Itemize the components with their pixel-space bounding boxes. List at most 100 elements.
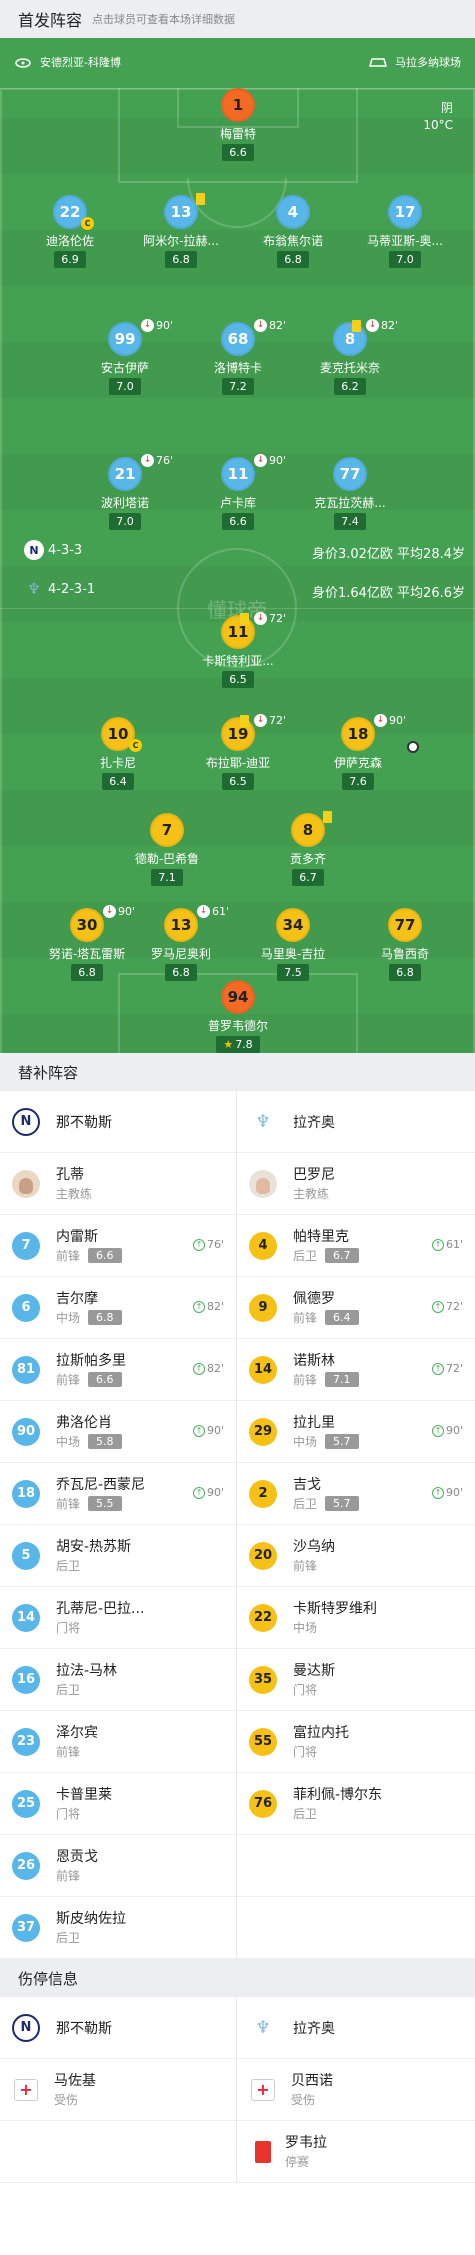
- player-number: 35: [249, 1665, 277, 1694]
- substitution-marker: ↓ 76': [141, 454, 173, 467]
- bench-player[interactable]: 18 乔瓦尼-西蒙尼 前锋 5.5 ↑ 90': [0, 1463, 236, 1525]
- player-number: 25: [12, 1789, 40, 1818]
- pitch-player[interactable]: 34 马里奥-吉拉 7.5: [238, 908, 348, 981]
- bench-player[interactable]: 5 胡安-热苏斯 后卫: [0, 1525, 236, 1587]
- team-lazio[interactable]: ♆ 拉齐奥: [237, 1091, 475, 1153]
- player-number: 18: [12, 1479, 40, 1508]
- team-name: 拉齐奥: [293, 1114, 335, 1131]
- bench-player[interactable]: 37 斯皮纳佐拉 后卫: [0, 1897, 236, 1959]
- pitch-player[interactable]: 13 阿米尔-拉赫... 6.8: [126, 193, 236, 268]
- player-number: 19: [221, 717, 255, 751]
- player-rating: 6.4: [325, 1310, 359, 1325]
- pitch-player[interactable]: 13 ↓ 61' 罗马尼奥利 6.8: [126, 905, 236, 981]
- player-rating: 7.1: [151, 869, 183, 886]
- player-number: 16: [12, 1665, 40, 1694]
- sub-on-icon: ↑: [431, 1424, 444, 1437]
- sub-on-marker: ↑ 72': [431, 1300, 463, 1313]
- bench-player[interactable]: 9 佩德罗 前锋 6.4 ↑ 72': [237, 1277, 475, 1339]
- player-name: 马鲁西奇: [380, 947, 429, 961]
- pitch-player[interactable]: 11 ↓ 90' 卢卡库 6.6: [183, 454, 293, 530]
- player-name: 梅雷特: [219, 127, 256, 141]
- injury-row[interactable]: 罗韦拉 停赛: [237, 2121, 475, 2183]
- team-lazio[interactable]: ♆ 拉齐奥: [237, 1997, 475, 2059]
- bench-player[interactable]: 76 菲利佩-博尔东 后卫: [237, 1773, 475, 1835]
- sub-off-icon: ↓: [254, 714, 267, 727]
- bench-player[interactable]: 14 诺斯林 前锋 7.1 ↑ 72': [237, 1339, 475, 1401]
- bench-player[interactable]: 25 卡普里莱 门将: [0, 1773, 236, 1835]
- pitch-player[interactable]: 17 马蒂亚斯-奥... 7.0: [350, 195, 460, 268]
- player-name: 乔瓦尼-西蒙尼: [56, 1476, 146, 1493]
- pitch-player[interactable]: 8 贡多齐 6.7: [253, 811, 363, 886]
- pitch-player[interactable]: 19 ↓ 72' 布拉耶-迪亚 6.5: [183, 714, 293, 790]
- player-name: 吉戈: [293, 1476, 321, 1493]
- yellow-card-icon: [240, 613, 249, 625]
- team-napoli[interactable]: N 那不勒斯: [0, 1091, 236, 1153]
- player-name: 菲利佩-博尔东: [293, 1786, 383, 1803]
- pitch-player[interactable]: 21 ↓ 76' 波利塔诺 7.0: [70, 454, 180, 530]
- player-number: 5: [12, 1541, 40, 1570]
- bench-player[interactable]: 2 吉戈 后卫 5.7 ↑ 90': [237, 1463, 475, 1525]
- bench-player[interactable]: 26 恩贡戈 前锋: [0, 1835, 236, 1897]
- pitch-player[interactable]: 11 ↓ 72' 卡斯特利亚... 6.5: [183, 612, 293, 688]
- player-rating: 7.0: [109, 378, 141, 395]
- team-napoli[interactable]: N 那不勒斯: [0, 1997, 236, 2059]
- sub-on-marker: ↑ 90': [431, 1424, 463, 1437]
- bench-player[interactable]: 29 拉扎里 中场 5.7 ↑ 90': [237, 1401, 475, 1463]
- coach-lazio[interactable]: 巴罗尼 主教练: [237, 1153, 475, 1215]
- pitch-player[interactable]: 77 马鲁西奇 6.8: [350, 908, 460, 981]
- pitch-player[interactable]: 22 C 迪洛伦佐 6.9: [15, 195, 125, 268]
- sub-on-icon: ↑: [431, 1300, 444, 1313]
- pitch-player[interactable]: 94 普罗韦德尔 ★ 7.8: [183, 980, 293, 1053]
- player-name: 拉斯帕多里: [56, 1352, 126, 1369]
- pitch-player[interactable]: 68 ↓ 82' 洛博特卡 7.2: [183, 319, 293, 395]
- pitch-player[interactable]: 77 克瓦拉茨赫... 7.4: [295, 457, 405, 530]
- bench-player[interactable]: 22 卡斯特罗维利 中场: [237, 1587, 475, 1649]
- substitution-marker: ↓ 90': [254, 454, 286, 467]
- player-position: 前锋: [56, 1248, 81, 1263]
- sub-on-icon: ↑: [192, 1300, 205, 1313]
- whistle-icon: [15, 58, 31, 68]
- player-name: 曼达斯: [293, 1662, 335, 1679]
- injury-row[interactable]: + 马佐基 受伤: [0, 2059, 236, 2121]
- pitch-player[interactable]: 99 ↓ 90' 安古伊萨 7.0: [70, 319, 180, 395]
- player-name: 阿米尔-拉赫...: [143, 234, 219, 248]
- player-name: 卡斯特罗维利: [293, 1600, 377, 1617]
- player-position: 中场: [293, 1434, 318, 1449]
- bench-player[interactable]: 90 弗洛伦肖 中场 5.8 ↑ 90': [0, 1401, 236, 1463]
- bench-player[interactable]: 14 孔蒂尼-巴拉... 门将: [0, 1587, 236, 1649]
- pitch-player[interactable]: 10 C 扎卡尼 6.4: [63, 717, 173, 790]
- pitch-player[interactable]: 8 ↓ 82' 麦克托米奈 6.2: [295, 319, 405, 395]
- player-position: 前锋: [293, 1558, 318, 1573]
- pitch-player[interactable]: 7 德勒-巴希鲁 7.1: [112, 813, 222, 886]
- player-name: 罗韦拉: [285, 2134, 327, 2151]
- bench-player[interactable]: 16 拉法-马林 后卫: [0, 1649, 236, 1711]
- pitch-player[interactable]: 18 ↓ 90' 伊萨克森 7.6: [303, 714, 419, 790]
- bench-player[interactable]: 4 帕特里克 后卫 6.7 ↑ 61': [237, 1215, 475, 1277]
- player-number: 29: [249, 1417, 277, 1446]
- lineup-header: 首发阵容 点击球员可查看本场详细数据: [0, 0, 475, 38]
- bench-player[interactable]: 81 拉斯帕多里 前锋 6.6 ↑ 82': [0, 1339, 236, 1401]
- empty-cell: [237, 1897, 475, 1959]
- player-rating: 7.5: [277, 964, 309, 981]
- bench-player[interactable]: 23 泽尔宾 前锋: [0, 1711, 236, 1773]
- sub-off-icon: ↓: [254, 612, 267, 625]
- pitch-player[interactable]: 1 梅雷特 6.6: [183, 88, 293, 161]
- player-name: 马蒂亚斯-奥...: [367, 234, 443, 248]
- pitch-player[interactable]: 4 布翁焦尔诺 6.8: [238, 195, 348, 268]
- sub-on-icon: ↑: [431, 1362, 444, 1375]
- bench-player[interactable]: 55 富拉内托 门将: [237, 1711, 475, 1773]
- bench-player[interactable]: 20 沙乌纳 前锋: [237, 1525, 475, 1587]
- player-position: 前锋: [56, 1496, 81, 1511]
- sub-on-icon: ↑: [192, 1424, 205, 1437]
- bench-player[interactable]: 7 内雷斯 前锋 6.6 ↑ 76': [0, 1215, 236, 1277]
- bench-player[interactable]: 6 吉尔摩 中场 6.8 ↑ 82': [0, 1277, 236, 1339]
- venue-row: 安德烈亚-科隆博 马拉多纳球场: [0, 52, 475, 74]
- coach-napoli[interactable]: 孔蒂 主教练: [0, 1153, 236, 1215]
- player-name: 克瓦拉茨赫...: [314, 496, 386, 510]
- player-number: 1: [221, 88, 255, 122]
- player-number: 90: [12, 1417, 40, 1446]
- player-rating: 5.5: [88, 1496, 122, 1511]
- injury-row[interactable]: + 贝西诺 受伤: [237, 2059, 475, 2121]
- sub-off-icon: ↓: [366, 319, 379, 332]
- bench-player[interactable]: 35 曼达斯 门将: [237, 1649, 475, 1711]
